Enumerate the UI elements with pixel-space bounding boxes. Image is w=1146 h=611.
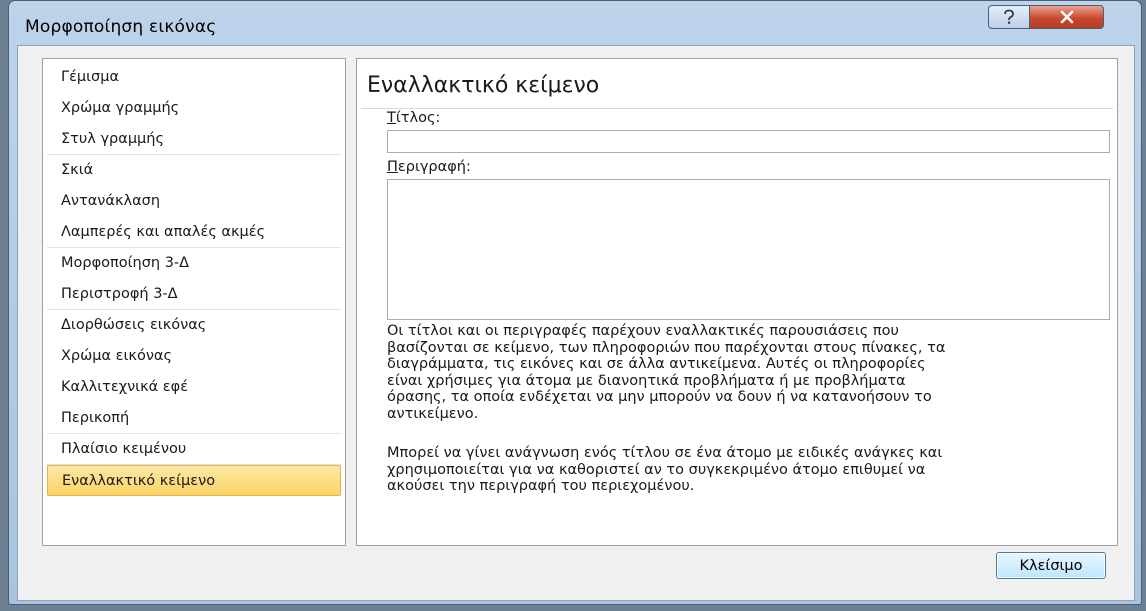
sidebar-item[interactable]: Χρώμα εικόνας xyxy=(47,341,341,372)
help-text-line: όρασης, τα οποία ενδέχεται να μην μπορού… xyxy=(387,389,932,406)
description-input[interactable] xyxy=(387,179,1110,320)
sidebar-item[interactable]: Χρώμα γραμμής xyxy=(47,93,341,124)
title-label-text: ίτλος: xyxy=(395,110,441,126)
sidebar-item[interactable]: Διορθώσεις εικόνας xyxy=(47,310,341,341)
help-text-line: χρησιμοποιείται για να καθοριστεί αν το … xyxy=(387,461,926,478)
format-picture-dialog: Μορφοποίηση εικόνας Γέμισμα Χρώμα γραμμής… xyxy=(8,0,1142,605)
question-icon xyxy=(1004,9,1014,24)
dialog-title: Μορφοποίηση εικόνας xyxy=(25,17,217,37)
title-label: Τίτλος: xyxy=(387,110,440,126)
panel-divider xyxy=(361,108,1113,109)
sidebar-item[interactable]: Λαμπερές και απαλές ακμές xyxy=(47,217,341,248)
sidebar-item[interactable]: Στυλ γραμμής xyxy=(47,124,341,155)
title-bar[interactable]: Μορφοποίηση εικόνας xyxy=(9,1,1141,45)
help-text-line: ακούσει την περιγραφή του περιεχομένου. xyxy=(387,478,695,495)
help-paragraph-1: Οι τίτλοι και οι περιγραφές παρέχουν ενα… xyxy=(387,323,1117,423)
alt-text-panel: Εναλλακτικό κείμενο Τίτλος: Περιγραφή: Ο… xyxy=(356,58,1118,546)
close-window-button[interactable] xyxy=(1029,5,1104,29)
help-text-line: διαγράμματα, τις εικόνες και σε άλλα αντ… xyxy=(387,356,926,373)
help-text-line: Οι τίτλοι και οι περιγραφές παρέχουν ενα… xyxy=(387,323,899,339)
description-label: Περιγραφή: xyxy=(387,159,471,175)
help-text-line: αντικείμενο. xyxy=(387,405,479,422)
help-text-line: Μπορεί να γίνει ανάγνωση ενός τίτλου σε … xyxy=(387,445,943,461)
sidebar-item[interactable]: Σκιά xyxy=(47,155,341,186)
sidebar-item[interactable]: Γέμισμα xyxy=(47,62,341,93)
sidebar-item[interactable]: Αντανάκλαση xyxy=(47,186,341,217)
sidebar-item[interactable]: Περικοπή xyxy=(47,403,341,434)
title-label-accesskey: Τ xyxy=(387,110,396,126)
dialog-body: Γέμισμα Χρώμα γραμμής Στυλ γραμμής Σκιά Αντα… xyxy=(17,45,1135,601)
close-x-icon xyxy=(1060,10,1073,24)
help-button[interactable] xyxy=(988,5,1030,29)
sidebar-item[interactable]: Περιστροφή 3-Δ xyxy=(47,279,341,310)
close-button[interactable]: Κλείσιμο xyxy=(996,552,1106,579)
help-paragraph-2: Μπορεί να γίνει ανάγνωση ενός τίτλου σε … xyxy=(387,445,1117,495)
sidebar-item-selected[interactable]: Εναλλακτικό κείμενο xyxy=(47,465,341,496)
title-input[interactable] xyxy=(387,130,1110,153)
help-text-line: είναι χρήσιμες για άτομα με διανοητικά π… xyxy=(387,372,906,389)
sidebar-item[interactable]: Καλλιτεχνικά εφέ xyxy=(47,372,341,403)
sidebar-item[interactable]: Πλαίσιο κειμένου xyxy=(47,434,341,465)
panel-title: Εναλλακτικό κείμενο xyxy=(367,73,600,98)
help-text-line: βασίζονται σε κείμενο, των πληροφοριών π… xyxy=(387,339,946,356)
sidebar-item[interactable]: Μορφοποίηση 3-Δ xyxy=(47,248,341,279)
category-list: Γέμισμα Χρώμα γραμμής Στυλ γραμμής Σκιά Αντα… xyxy=(42,58,346,546)
description-label-text: εριγραφή: xyxy=(397,159,471,175)
description-label-accesskey: Π xyxy=(387,159,398,175)
